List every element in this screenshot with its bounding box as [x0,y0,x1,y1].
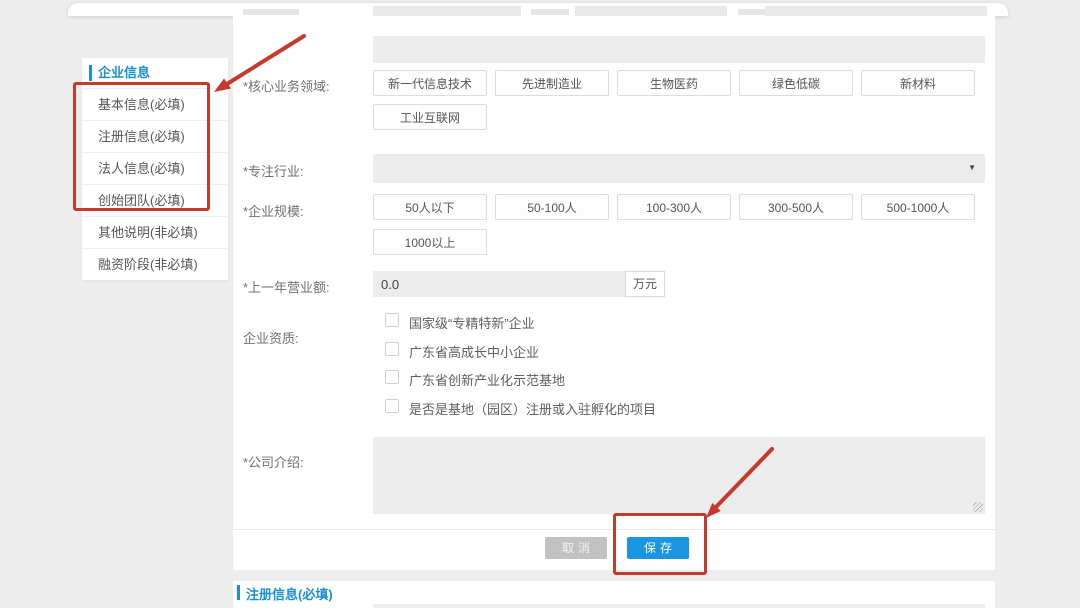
core-business-option[interactable]: 生物医药 [617,70,731,96]
resize-handle[interactable] [973,502,983,512]
qualification-option[interactable]: 国家级“专精特新”企业 [409,313,535,332]
sidebar-item-label: 创始团队(必填) [98,193,185,208]
cutoff-label-fragment [531,9,569,15]
company-size-option[interactable]: 1000以上 [373,229,487,255]
company-size-option[interactable]: 50-100人 [495,194,609,220]
company-size-option[interactable]: 50人以下 [373,194,487,220]
sidebar-item-basic-info[interactable]: 基本信息(必填) [82,88,228,120]
active-indicator-bar [89,65,92,81]
company-size-label: *企业规模: [243,201,304,220]
core-business-option[interactable]: 新一代信息技术 [373,70,487,96]
cancel-button[interactable]: 取消 [545,537,607,559]
save-button[interactable]: 保存 [627,537,689,559]
sidebar-item-label: 融资阶段(非必填) [98,257,198,272]
qualification-option[interactable]: 广东省高成长中小企业 [409,342,539,361]
sidebar-item-label: 法人信息(必填) [98,161,185,176]
revenue-unit: 万元 [625,271,665,297]
company-intro-label: *公司介绍: [243,452,304,471]
company-size-option[interactable]: 100-300人 [617,194,731,220]
revenue-input[interactable] [373,271,625,297]
sidebar-item-financing-stage[interactable]: 融资阶段(非必填) [82,248,228,280]
revenue-label: *上一年营业额: [243,277,330,296]
qualification-checkbox[interactable] [385,313,399,327]
industry-label: *专注行业: [243,161,304,180]
qualification-checkbox[interactable] [385,342,399,356]
sidebar-menu: 企业信息 基本信息(必填) 注册信息(必填) 法人信息(必填) 创始团队(必填)… [82,58,228,280]
core-business-option[interactable]: 绿色低碳 [739,70,853,96]
cutoff-input-fragment [765,6,987,16]
qualification-option[interactable]: 是否是基地（园区）注册或入驻孵化的项目 [409,399,656,418]
qualification-checkbox[interactable] [385,399,399,413]
sidebar-item-founding-team[interactable]: 创始团队(必填) [82,184,228,216]
sidebar-item-label: 基本信息(必填) [98,97,185,112]
chevron-down-icon: ▼ [968,163,976,172]
core-business-option[interactable]: 工业互联网 [373,104,487,130]
core-business-option[interactable]: 先进制造业 [495,70,609,96]
section-header-bar [237,585,240,600]
sidebar-item-registration-info[interactable]: 注册信息(必填) [82,120,228,152]
basic-info-form-card: *核心业务领域: 新一代信息技术 先进制造业 生物医药 绿色低碳 新材料 工业互… [233,16,995,570]
form-divider [233,529,995,530]
registration-info-section-card: 注册信息(必填) [233,581,995,608]
core-business-label: *核心业务领域: [243,76,330,95]
sidebar-item-other-notes[interactable]: 其他说明(非必填) [82,216,228,248]
sidebar-item-label: 其他说明(非必填) [98,225,198,240]
sidebar-item-enterprise-info[interactable]: 企业信息 [82,58,228,88]
cutoff-input-fragment [575,6,727,16]
industry-select[interactable]: ▼ [373,154,985,183]
sidebar-item-legal-person-info[interactable]: 法人信息(必填) [82,152,228,184]
company-size-option[interactable]: 300-500人 [739,194,853,220]
registration-section-header: 注册信息(必填) [246,584,333,603]
company-intro-textarea[interactable] [373,437,985,514]
cutoff-next-field [373,604,985,608]
cutoff-label-fragment [243,9,299,15]
qualifications-label: 企业资质: [243,328,299,347]
qualification-checkbox[interactable] [385,370,399,384]
core-business-option[interactable]: 新材料 [861,70,975,96]
sidebar-item-label: 注册信息(必填) [98,129,185,144]
window-top-strip [68,3,1008,16]
company-size-option[interactable]: 500-1000人 [861,194,975,220]
qualification-option[interactable]: 广东省创新产业化示范基地 [409,370,565,389]
cutoff-text-input[interactable] [373,36,985,63]
cutoff-input-fragment [373,6,521,16]
sidebar-item-label: 企业信息 [98,65,150,80]
